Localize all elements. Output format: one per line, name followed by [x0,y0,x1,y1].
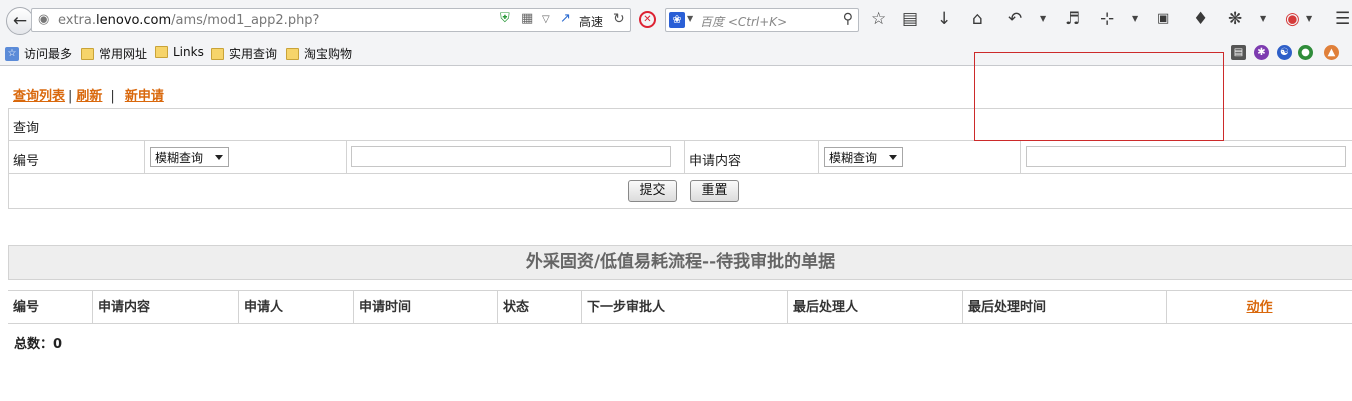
extension-globe-icon[interactable]: ● [1298,45,1313,60]
puzzle-icon[interactable]: ♦ [1193,9,1208,29]
link-separator: | [68,89,73,104]
chevron-down-icon[interactable]: ▼ [1260,14,1266,23]
chevron-down-icon[interactable]: ▼ [687,14,693,23]
section-title: 外采固资/低值易耗流程--待我审批的单据 [8,245,1352,280]
address-bar[interactable]: ◉ extra.lenovo.com/ams/mod1_app2.php? ⛨ … [31,8,631,32]
qr-code-icon[interactable]: ▦ [521,11,533,26]
baidu-paw-icon[interactable]: ❀ [669,12,685,28]
table-header-cell: 最后处理时间 [963,291,1167,323]
number-input[interactable] [351,146,671,167]
folder-icon [155,46,168,58]
crop-screenshot-icon[interactable]: ⊹ [1100,9,1114,29]
table-header-action: 动作 [1167,291,1352,323]
home-icon[interactable]: ⌂ [972,9,983,29]
total-count: 总数：0 [14,337,63,352]
undo-icon[interactable]: ↶ [1008,9,1022,29]
table-header-row: 编号 申请内容 申请人 申请时间 状态 下一步审批人 最后处理人 最后处理时间 … [8,290,1352,324]
speed-label[interactable]: 高速 [579,13,603,30]
highlight-box [974,52,1224,141]
bookmark-star-icon[interactable]: ☆ [871,9,886,29]
number-label: 编号 [13,154,40,169]
link-separator: | [110,89,115,104]
most-visited-icon: ☆ [5,46,19,61]
shield-icon[interactable]: ⛨ [500,11,510,26]
chevron-down-icon[interactable]: ▼ [1132,14,1138,23]
search-placeholder: 百度 <Ctrl+K> [700,15,788,29]
table-header-cell: 申请内容 [93,291,239,323]
number-match-select[interactable]: 模糊查询 [150,147,229,167]
volume-icon[interactable]: ♬ [1065,9,1080,29]
chevron-down-icon[interactable]: ▼ [1040,14,1046,23]
menu-icon[interactable]: ☰ [1335,9,1350,29]
bookmark-folder-common[interactable]: 常用网址 [81,45,147,62]
content-input[interactable] [1026,146,1346,167]
query-list-link[interactable]: 查询列表 [13,89,65,104]
table-header-cell: 申请时间 [354,291,498,323]
bookmark-folder-taobao[interactable]: 淘宝购物 [286,45,352,62]
extension-swirl-icon[interactable]: ☯ [1277,45,1292,60]
bookmark-folder-tools[interactable]: 实用查询 [211,45,277,62]
top-links: 查询列表 | 刷新 | 新申请 [13,85,164,104]
globe-icon: ◉ [38,12,50,27]
table-header-cell: 下一步审批人 [582,291,788,323]
table-header-cell: 状态 [498,291,582,323]
content-label: 申请内容 [689,154,742,169]
query-fields-row: 编号 模糊查询 申请内容 模糊查询 [9,141,1352,174]
bookmark-most-visited[interactable]: ☆ 访问最多 [5,45,72,62]
content-match-select[interactable]: 模糊查询 [824,147,903,167]
chevron-down-icon [215,155,223,160]
reading-list-icon[interactable]: ▤ [902,9,918,29]
dropdown-triangle-icon[interactable]: ▽ [542,14,550,25]
folder-icon [81,47,94,60]
bug-icon[interactable]: ❋ [1228,9,1242,29]
extension-fox-icon[interactable]: ▲ [1324,45,1339,60]
new-request-link[interactable]: 新申请 [125,89,164,104]
reload-icon[interactable]: ↻ [613,11,625,27]
table-header-cell: 申请人 [239,291,354,323]
submit-button[interactable]: 提交 [628,180,677,202]
query-title: 查询 [13,121,40,136]
table-header-cell: 编号 [8,291,93,323]
extension-gear-icon[interactable]: ✱ [1254,45,1269,60]
search-icon[interactable]: ⚲ [843,11,853,27]
search-bar[interactable]: ❀ ▼ 百度 <Ctrl+K> ⚲ [665,8,859,32]
query-buttons-row: 提交 重置 [9,174,1352,209]
reset-button[interactable]: 重置 [690,180,739,202]
action-header-link[interactable]: 动作 [1246,300,1272,315]
download-icon[interactable]: ↓ [937,9,951,29]
browser-toolbar: ← ◉ extra.lenovo.com/ams/mod1_app2.php? … [0,0,1352,40]
bookmark-folder-links[interactable]: Links [155,45,204,59]
folder-icon [211,47,224,60]
folder-icon [286,47,299,60]
chevron-down-icon [889,155,897,160]
sync-account-icon[interactable]: ◉ [1285,9,1300,29]
adblock-icon[interactable]: ✕ [639,11,656,28]
back-arrow-icon[interactable]: ← [6,7,34,35]
refresh-link[interactable]: 刷新 [76,89,102,104]
reader-mode-icon[interactable]: ▣ [1157,9,1169,29]
chevron-down-icon[interactable]: ▼ [1306,14,1312,23]
table-header-cell: 最后处理人 [788,291,963,323]
speed-icon[interactable]: ↗ [560,11,571,26]
url-text[interactable]: extra.lenovo.com/ams/mod1_app2.php? [58,13,319,28]
extension-book-icon[interactable]: ▤ [1231,45,1246,60]
